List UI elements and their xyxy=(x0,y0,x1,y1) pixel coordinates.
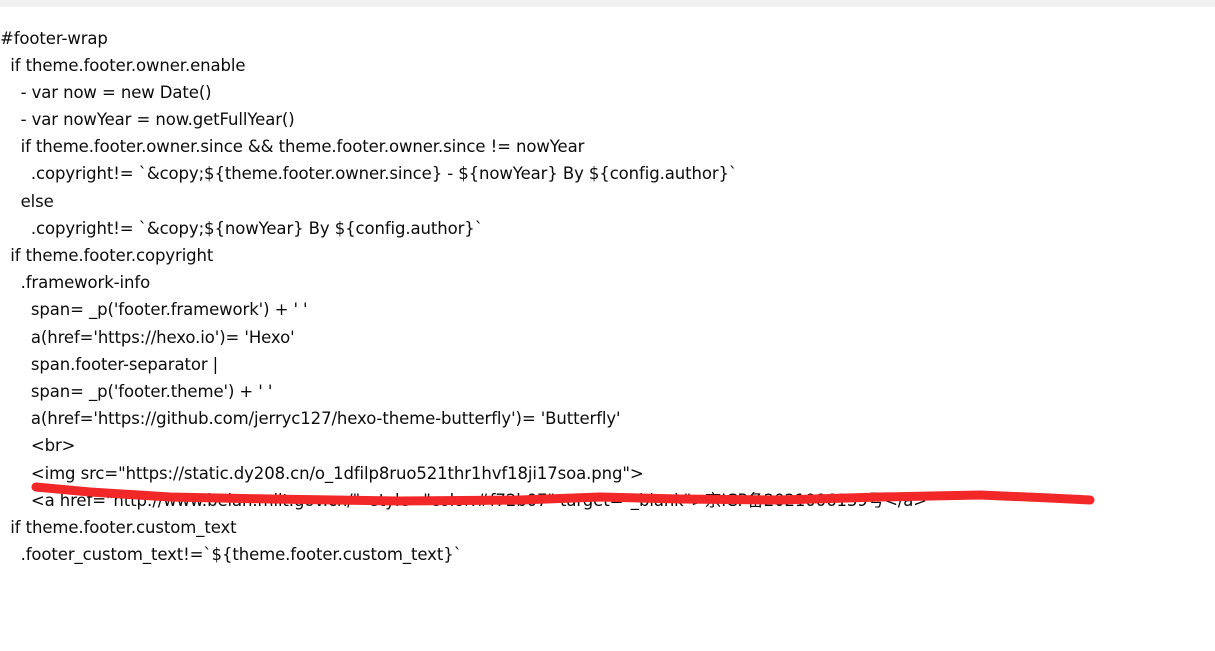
code-line: #footer-wrap xyxy=(0,28,108,48)
code-line: <br> xyxy=(0,436,76,456)
code-line: span= _p('footer.framework') + ' ' xyxy=(0,300,308,320)
top-gray-strip xyxy=(0,0,1215,7)
code-line: .copyright!= `&copy;${theme.footer.owner… xyxy=(0,164,738,184)
code-line: span= _p('footer.theme') + ' ' xyxy=(0,381,273,401)
code-line: if theme.footer.copyright xyxy=(0,246,214,265)
code-line: a(href='https://hexo.io')= 'Hexo' xyxy=(0,327,295,347)
code-line: span.footer-separator | xyxy=(0,354,219,374)
code-line: .footer_custom_text!=`${theme.footer.cus… xyxy=(0,545,462,565)
code-line: - var now = new Date() xyxy=(0,82,212,102)
code-line: - var nowYear = now.getFullYear() xyxy=(0,110,295,130)
code-line: .framework-info xyxy=(0,273,151,293)
code-line: .copyright!= `&copy;${nowYear} By ${conf… xyxy=(0,218,483,238)
code-line: <img src="https://static.dy208.cn/o_1dfi… xyxy=(0,463,644,483)
code-canvas: #footer-wrap if theme.footer.owner.enabl… xyxy=(0,7,1215,651)
code-block: #footer-wrap if theme.footer.owner.enabl… xyxy=(0,24,1215,569)
code-line: a(href='https://github.com/jerryc127/hex… xyxy=(0,409,621,429)
code-line: if theme.footer.owner.since && theme.foo… xyxy=(0,137,585,157)
code-line-highlighted: <a href="http://www.beian.miit.gov.cn/" … xyxy=(0,490,927,510)
code-line: if theme.footer.owner.enable xyxy=(0,55,246,75)
code-line: if theme.footer.custom_text xyxy=(0,517,237,537)
code-line: else xyxy=(0,191,54,211)
